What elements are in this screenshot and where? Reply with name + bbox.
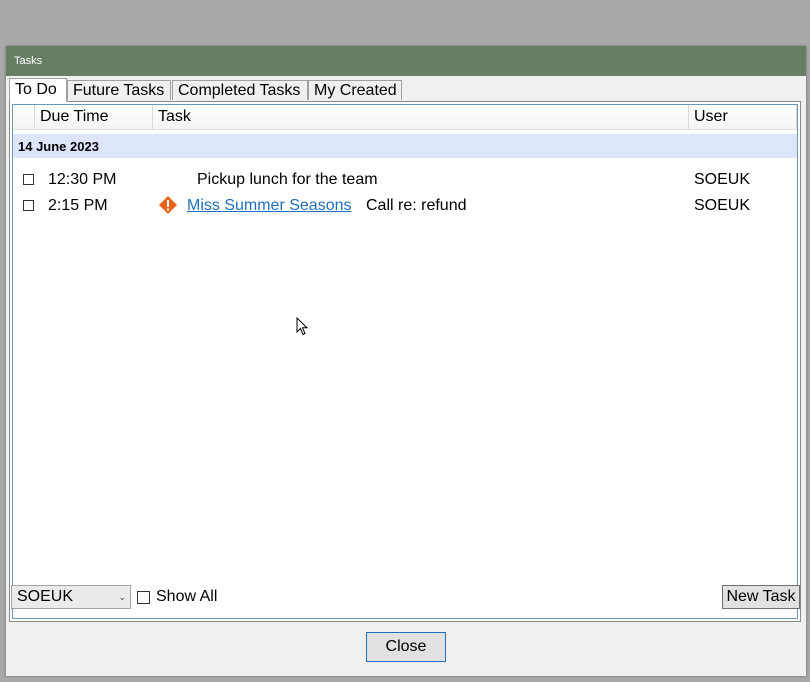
contact-link[interactable]: Miss Summer Seasons — [187, 197, 352, 215]
user-select[interactable]: SOEUK ⌄ — [11, 585, 131, 609]
title-bar[interactable]: Tasks — [6, 46, 806, 76]
tab-completed-tasks[interactable]: Completed Tasks — [172, 80, 308, 100]
tasks-window: Tasks To Do Future Tasks Completed Tasks… — [6, 46, 806, 676]
warning-icon — [159, 196, 177, 214]
tab-future-tasks[interactable]: Future Tasks — [67, 80, 171, 100]
tab-to-do[interactable]: To Do — [9, 78, 67, 102]
task-row[interactable]: 2:15 PM Miss Summer Seasons Call re: ref… — [13, 193, 797, 217]
date-group-label: 14 June 2023 — [18, 139, 99, 154]
mouse-cursor-icon — [296, 317, 309, 336]
close-button[interactable]: Close — [366, 632, 446, 662]
task-description: Call re: refund — [366, 197, 467, 214]
task-complete-checkbox[interactable] — [23, 174, 34, 185]
tab-panel: Due Time Task User 14 June 2023 12:30 PM… — [9, 101, 801, 622]
show-all-label[interactable]: Show All — [156, 588, 217, 606]
task-grid[interactable]: Due Time Task User 14 June 2023 12:30 PM… — [12, 104, 798, 619]
column-header-user[interactable]: User — [689, 105, 797, 129]
new-task-button[interactable]: New Task — [722, 585, 800, 609]
column-header-due-time[interactable]: Due Time — [35, 105, 153, 129]
task-row[interactable]: 12:30 PM Pickup lunch for the team SOEUK — [13, 167, 797, 191]
column-header-task[interactable]: Task — [153, 105, 689, 129]
window-title: Tasks — [14, 55, 43, 67]
task-user: SOEUK — [694, 197, 751, 214]
show-all-box[interactable] — [137, 591, 150, 604]
tab-my-created[interactable]: My Created — [308, 80, 402, 100]
chevron-down-icon[interactable]: ⌄ — [118, 592, 126, 603]
task-due-time: 2:15 PM — [48, 197, 108, 214]
task-due-time: 12:30 PM — [48, 171, 117, 188]
column-header-check — [13, 105, 35, 129]
task-complete-checkbox[interactable] — [23, 200, 34, 211]
column-header: Due Time Task User — [13, 105, 797, 130]
task-description: Pickup lunch for the team — [197, 171, 378, 188]
task-user: SOEUK — [694, 171, 751, 188]
user-select-value: SOEUK — [17, 588, 74, 605]
date-group-header[interactable]: 14 June 2023 — [13, 134, 797, 158]
